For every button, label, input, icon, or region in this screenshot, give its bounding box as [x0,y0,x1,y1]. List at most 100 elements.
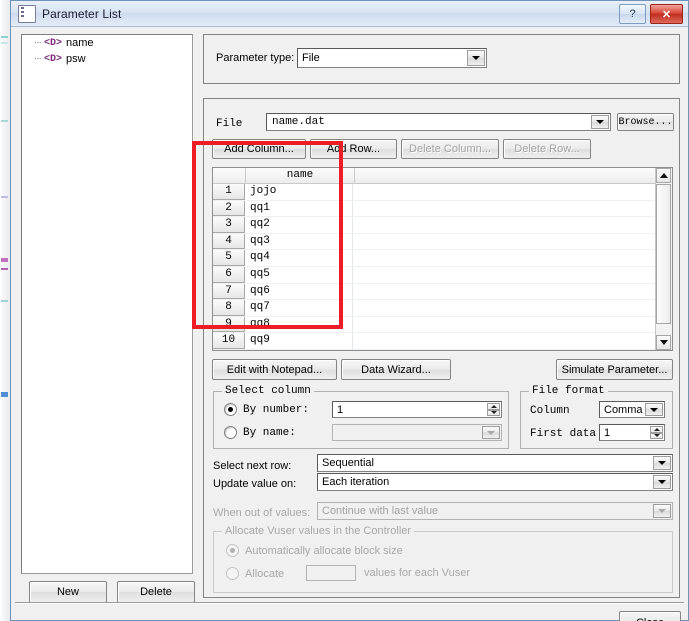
stepper-down-icon[interactable] [487,409,500,416]
grid-cell-name[interactable]: qq2 [245,217,353,233]
grid-row[interactable]: 1 jojo [213,184,672,201]
file-path-value: name.dat [272,116,325,128]
add-column-button[interactable]: Add Column... [212,139,306,159]
grid-row-number[interactable]: 2 [213,200,245,217]
scroll-down-icon[interactable] [656,335,671,350]
grid-body: 1 jojo 2 qq1 3 qq2 4 qq3 5 qq4 6 qq5 7 qq6 8 qq7 9 qq8 10 q… [213,184,672,350]
chevron-down-icon[interactable] [653,456,671,470]
grid-row-number[interactable]: 9 [213,316,245,333]
edit-with-notepad-button[interactable]: Edit with Notepad... [212,359,337,380]
grid-row-number[interactable]: 4 [213,233,245,250]
grid-cell-empty [353,184,672,200]
grid-cell-name[interactable]: qq3 [245,233,353,250]
grid-cell-name[interactable]: qq6 [245,283,353,300]
first-data-input[interactable]: 1 [599,424,665,441]
grid-cell-name[interactable]: qq7 [245,300,353,316]
first-data-stepper[interactable] [650,426,663,439]
update-value-on-select[interactable]: Each iteration [317,473,673,491]
close-button[interactable]: Close [619,611,681,621]
by-number-label: By number: [243,403,310,416]
grid-vertical-scrollbar[interactable] [655,168,672,350]
scrollbar-thumb[interactable] [656,184,671,324]
radio-dot-icon [226,544,239,557]
browse-button[interactable]: Browse... [617,113,674,131]
by-name-label: By name: [243,426,296,439]
footer-divider [15,602,684,604]
grid-cell-name[interactable]: qq1 [245,200,353,217]
grid-cell-empty [353,317,672,333]
tree-item-name[interactable]: ··· <D> name [22,35,192,51]
delete-button[interactable]: Delete [117,581,195,603]
allocate-suffix-label: values for each Vuser [364,567,470,579]
grid-row[interactable]: 7 qq6 [213,283,672,301]
grid-row[interactable]: 2 qq1 [213,200,672,218]
simulate-parameter-button[interactable]: Simulate Parameter... [556,359,673,380]
update-value-on-value: Each iteration [322,476,390,488]
data-wizard-button[interactable]: Data Wizard... [341,359,451,380]
chevron-down-icon[interactable] [467,50,485,66]
window-title: Parameter List [42,6,122,21]
new-button[interactable]: New [29,581,107,603]
radio-dot-icon [226,567,239,580]
by-number-input[interactable]: 1 [332,401,502,418]
bg-fleck [1,42,8,44]
tree-item-psw[interactable]: ··· <D> psw [22,51,192,67]
close-icon[interactable]: ✕ [650,4,683,24]
grid-cell-name[interactable]: qq5 [245,266,353,283]
grid-cell-name[interactable]: qq8 [245,316,353,333]
parameter-type-select[interactable]: File [297,48,487,68]
parameter-tree[interactable]: ··· <D> name ··· <D> psw [21,34,193,574]
grid-cell-name[interactable]: jojo [245,184,353,200]
chevron-down-icon[interactable] [591,115,609,129]
parameter-type-value: File [302,52,320,64]
grid-cell-empty [353,234,672,250]
by-number-radio[interactable]: By number: [224,403,309,416]
by-name-radio[interactable]: By name: [224,426,296,439]
file-path-select[interactable]: name.dat [266,113,611,131]
add-row-button[interactable]: Add Row... [310,139,397,159]
parameter-list-icon [18,4,36,23]
select-column-title: Select column [222,385,314,397]
grid-row[interactable]: 8 qq7 [213,300,672,317]
delete-column-button: Delete Column... [401,139,499,159]
by-number-value: 1 [337,403,344,416]
column-format-select[interactable]: Comma [599,401,665,418]
grid-row-number[interactable]: 8 [213,300,245,316]
file-format-title: File format [529,385,608,397]
grid-column-header-name[interactable]: name [246,168,355,183]
grid-row-number[interactable]: 5 [213,250,245,266]
grid-row[interactable]: 6 qq5 [213,266,672,284]
bg-fleck [1,392,8,397]
file-settings-panel: File name.dat Browse... Add Column... Ad… [203,98,680,598]
grid-cell-name[interactable]: qq4 [245,250,353,266]
grid-cell-empty [353,284,672,300]
help-button[interactable]: ? [619,4,646,24]
screen-root: Parameter List ? ✕ ··· <D> name ··· <D> … [0,0,689,621]
parameter-data-grid[interactable]: name 1 jojo 2 qq1 3 qq2 4 qq3 5 qq4 6 qq5 7 qq6 8 qq7 9 q… [212,167,673,351]
grid-row[interactable]: 9 qq8 [213,316,672,334]
chevron-down-icon [482,426,500,439]
grid-row-number[interactable]: 1 [213,184,245,200]
chevron-down-icon [653,504,671,518]
scroll-up-icon[interactable] [656,168,671,183]
stepper-down-icon[interactable] [650,432,663,439]
allocate-group-title: Allocate Vuser values in the Controller [222,525,415,537]
grid-row-number[interactable]: 3 [213,217,245,233]
grid-row-number[interactable]: 6 [213,266,245,283]
grid-row[interactable]: 10 qq9 [213,333,672,350]
grid-cell-name[interactable]: qq9 [245,333,353,349]
grid-row[interactable]: 3 qq2 [213,217,672,234]
select-next-row-label: Select next row: [213,460,292,472]
grid-row[interactable]: 5 qq4 [213,250,672,267]
grid-row[interactable]: 4 qq3 [213,233,672,251]
radio-dot-icon [224,403,237,416]
chevron-down-icon[interactable] [653,475,671,489]
bg-fleck [1,196,8,198]
grid-row-number[interactable]: 10 [213,333,245,349]
by-number-stepper[interactable] [487,403,500,416]
window-controls: ? ✕ [619,4,683,24]
grid-row-number[interactable]: 7 [213,283,245,300]
bg-fleck [1,120,8,122]
chevron-down-icon[interactable] [645,403,663,416]
select-next-row-select[interactable]: Sequential [317,454,673,472]
